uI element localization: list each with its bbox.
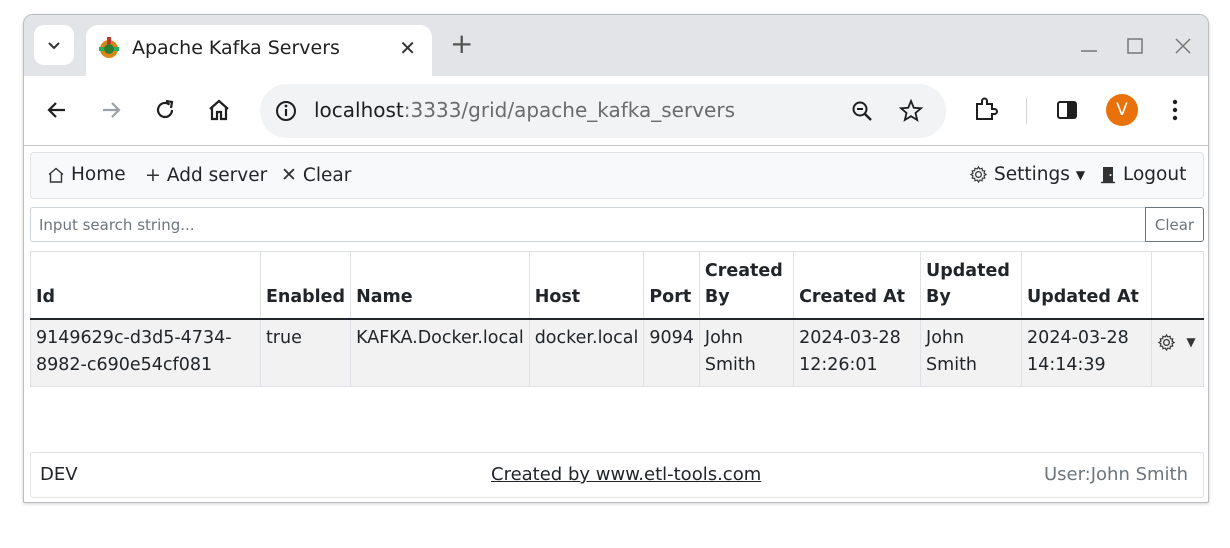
cell-id: 9149629c-d3d5-4734-8982-c690e54cf081 [30,319,261,387]
zoom-icon[interactable] [850,99,874,123]
col-header-id[interactable]: Id [30,251,261,320]
col-header-created-by[interactable]: Created By [698,251,794,320]
tab-title: Apache Kafka Servers [132,37,340,59]
nav-home[interactable]: Home [47,164,126,185]
cell-updated-at: 2024-03-28 14:14:39 [1021,319,1152,387]
back-icon[interactable] [40,93,74,127]
reload-icon[interactable] [148,93,182,127]
search-clear-button[interactable]: Clear [1145,207,1204,242]
nav-home-label: Home [71,164,126,185]
x-icon: ✕ [281,164,297,186]
window-close-icon[interactable] [1170,33,1196,59]
col-header-port[interactable]: Port [643,251,700,320]
address-bar[interactable]: localhost:3333/grid/apache_kafka_servers [260,84,946,138]
tab-strip: Apache Kafka Servers ✕ + [24,15,1208,76]
browser-toolbar: localhost:3333/grid/apache_kafka_servers… [24,76,1208,146]
col-header-name[interactable]: Name [350,251,530,320]
plus-icon: + [145,164,161,186]
nav-clear[interactable]: ✕ Clear [281,164,351,186]
nav-clear-label: Clear [302,164,352,186]
cell-port: 9094 [643,319,700,387]
search-row: Clear [30,207,1204,242]
col-header-updated-by[interactable]: Updated By [920,251,1022,320]
app-navbar: Home + Add server ✕ Clear Settings ▼ Log… [30,152,1204,199]
row-actions-dropdown[interactable]: ▼ [1157,325,1198,356]
nav-add-server-label: Add server [166,164,268,186]
extensions-icon[interactable] [968,93,1002,127]
toolbar-divider [1026,98,1027,124]
cell-created-by: John Smith [698,319,794,387]
home-icon[interactable] [202,93,236,127]
col-header-actions [1151,251,1204,320]
col-header-updated-at[interactable]: Updated At [1021,251,1152,320]
bookmark-star-icon[interactable] [898,98,924,124]
table-header-row: Id Enabled Name Host Port Created By Cre… [30,251,1204,320]
close-tab-icon[interactable]: ✕ [399,36,416,60]
home-icon [48,167,64,183]
minimize-icon[interactable] [1076,33,1102,59]
cell-updated-by: John Smith [920,319,1022,387]
url-path: :3333/grid/apache_kafka_servers [403,98,735,122]
caret-down-icon: ▼ [1186,335,1196,349]
side-panel-icon[interactable] [1050,93,1084,127]
profile-avatar[interactable]: V [1106,94,1138,126]
cell-name: KAFKA.Docker.local [350,319,530,387]
new-tab-icon[interactable]: + [450,29,473,59]
browser-window: Apache Kafka Servers ✕ + localhost:3333/… [23,14,1209,503]
tab-search-button[interactable] [34,25,74,65]
caret-down-icon: ▼ [1075,167,1086,182]
nav-settings-dropdown[interactable]: Settings ▼ [969,164,1085,185]
gear-icon [1158,333,1176,352]
footer-env: DEV [40,464,78,485]
footer-user: User:John Smith [1043,464,1188,485]
footer-credit-link[interactable]: Created by www.etl-tools.com [491,464,761,485]
gear-icon [969,165,988,184]
url-host: localhost [314,98,404,122]
url-text: localhost:3333/grid/apache_kafka_servers [314,98,735,122]
site-info-icon[interactable] [274,99,298,123]
maximize-icon[interactable] [1122,33,1148,59]
servers-table: Id Enabled Name Host Port Created By Cre… [30,251,1204,387]
nav-logout-label: Logout [1123,164,1187,185]
cell-enabled: true [259,319,351,387]
chevron-down-icon [48,42,60,50]
col-header-host[interactable]: Host [528,251,644,320]
col-header-enabled[interactable]: Enabled [259,251,351,320]
forward-icon[interactable] [94,93,128,127]
cell-actions: ▼ [1151,319,1204,387]
browser-menu-icon[interactable] [1158,93,1192,127]
app-footer: DEV Created by www.etl-tools.com User:Jo… [30,452,1204,498]
cell-host: docker.local [528,319,644,387]
cell-created-at: 2024-03-28 12:26:01 [793,319,921,387]
nav-logout[interactable]: Logout [1099,164,1186,185]
door-icon [1101,167,1115,184]
col-header-created-at[interactable]: Created At [793,251,921,320]
nav-add-server[interactable]: + Add server [145,164,267,186]
kafka-favicon-icon [99,37,119,58]
browser-tab[interactable]: Apache Kafka Servers ✕ [86,25,432,76]
nav-settings-label: Settings [994,164,1070,185]
table-row[interactable]: 9149629c-d3d5-4734-8982-c690e54cf081 tru… [30,319,1204,387]
search-input[interactable] [30,207,1147,242]
